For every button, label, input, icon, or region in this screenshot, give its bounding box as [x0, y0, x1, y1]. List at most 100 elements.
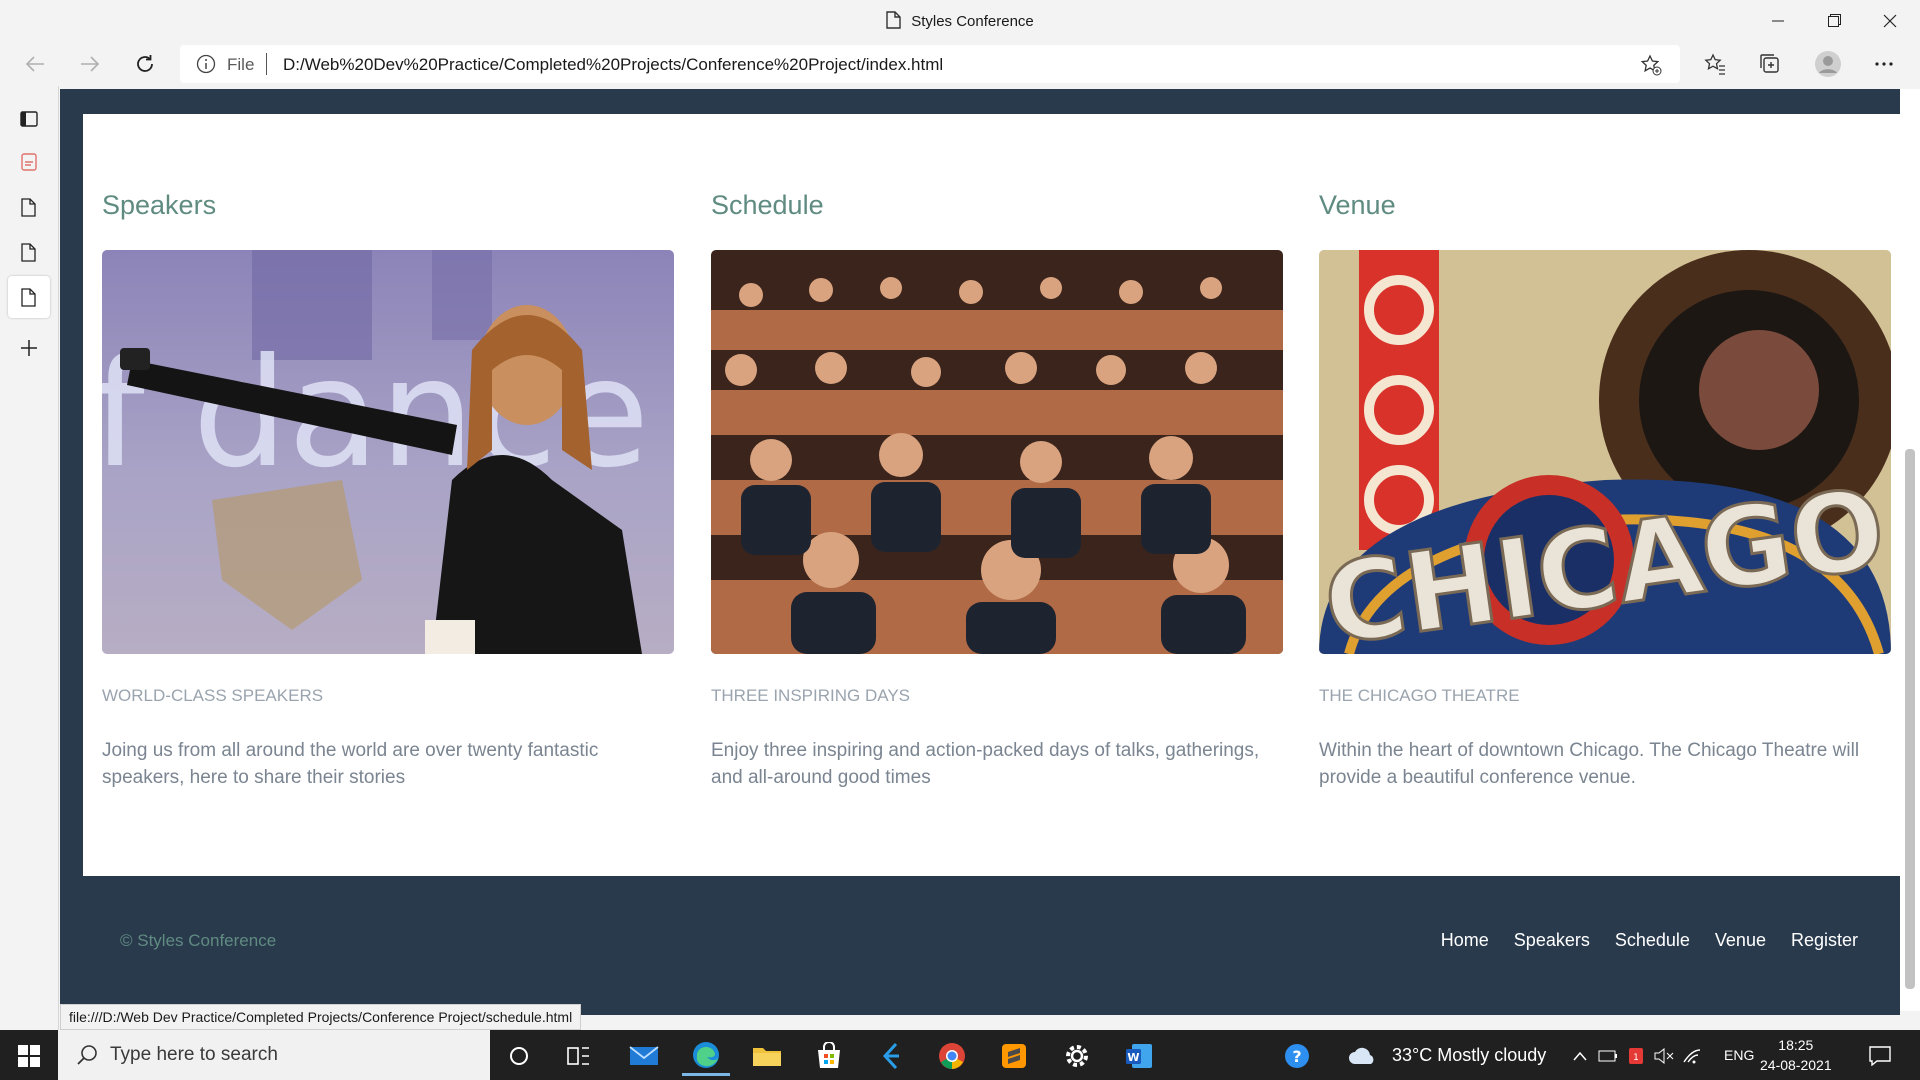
footer-link-schedule[interactable]: Schedule: [1615, 930, 1690, 951]
back-button[interactable]: [17, 46, 53, 82]
windows-taskbar: Type here to search W ? 33°C Mostly clou…: [0, 1030, 1920, 1080]
windows-logo-icon: [18, 1045, 40, 1067]
mail-icon: [629, 1046, 659, 1065]
venue-description: Within the heart of downtown Chicago. Th…: [1319, 740, 1860, 788]
settings-app-button[interactable]: [1053, 1036, 1101, 1076]
help-button[interactable]: ?: [1273, 1036, 1321, 1076]
action-center-icon: [1869, 1046, 1891, 1066]
edge-icon: [693, 1041, 719, 1068]
scheme-label: File: [227, 55, 255, 74]
store-icon: [818, 1042, 840, 1068]
edge-app-button[interactable]: [682, 1036, 730, 1076]
sublime-icon: [1002, 1044, 1026, 1068]
weather-cloud-icon[interactable]: [1342, 1036, 1382, 1076]
notification-badge-icon[interactable]: 1: [1622, 1036, 1650, 1076]
address-bar[interactable]: File D:/Web%20Dev%20Practice/Completed%2…: [180, 45, 1680, 83]
profile-button[interactable]: [1810, 46, 1846, 82]
arrow-right-icon: [81, 56, 100, 72]
taskbar-clock[interactable]: 18:25 24-08-2021: [1760, 1035, 1832, 1075]
footer-link-register[interactable]: Register: [1791, 930, 1858, 951]
chevron-up-icon[interactable]: [1566, 1036, 1594, 1076]
tab-page-2[interactable]: [8, 231, 50, 273]
tab-page-1[interactable]: [8, 186, 50, 228]
vscode-app-button[interactable]: [867, 1036, 915, 1076]
footer-link-speakers[interactable]: Speakers: [1514, 930, 1590, 951]
url-text[interactable]: D:/Web%20Dev%20Practice/Completed%20Proj…: [283, 55, 943, 75]
tab-actions-icon: [20, 111, 38, 127]
speakers-description: Joing us from all around the world are o…: [102, 740, 599, 788]
footer-link-venue[interactable]: Venue: [1715, 930, 1766, 951]
start-button[interactable]: [5, 1036, 53, 1076]
tab-page-active[interactable]: [8, 276, 50, 318]
cortana-icon: [510, 1047, 528, 1065]
refresh-icon: [137, 55, 153, 72]
task-view-icon: [567, 1047, 589, 1065]
venue-photo[interactable]: CHICAGO: [1319, 250, 1891, 654]
chrome-icon: [939, 1043, 965, 1069]
page-icon: [21, 197, 36, 217]
gear-icon: [1066, 1045, 1088, 1067]
vscode-icon: [882, 1042, 899, 1070]
volume-muted-icon[interactable]: [1650, 1036, 1678, 1076]
browser-toolbar: File D:/Web%20Dev%20Practice/Completed%2…: [0, 41, 1920, 86]
clock-date: 24-08-2021: [1760, 1057, 1832, 1073]
tab-pdf[interactable]: [8, 141, 50, 183]
notifications-button[interactable]: [1856, 1036, 1904, 1076]
footer-nav: Home Speakers Schedule Venue Register: [1441, 930, 1858, 951]
cortana-button[interactable]: [495, 1036, 543, 1076]
svg-text:1: 1: [1633, 1053, 1639, 1063]
collections-button[interactable]: [1752, 46, 1788, 82]
vertical-scroll-thumb[interactable]: [1905, 449, 1915, 989]
page-viewport: Speakers f dance WORLD-CLASS SPEAKERS Jo…: [60, 89, 1900, 1015]
wifi-icon[interactable]: [1678, 1036, 1706, 1076]
arrow-left-icon: [25, 56, 44, 72]
favorites-button[interactable]: [1697, 46, 1733, 82]
language-indicator[interactable]: ENG: [1724, 1047, 1754, 1063]
favorites-icon: [1704, 53, 1725, 75]
venue-heading[interactable]: Venue: [1319, 190, 1396, 221]
file-explorer-button[interactable]: [743, 1036, 791, 1076]
info-icon[interactable]: [196, 54, 216, 79]
settings-more-button[interactable]: [1866, 46, 1902, 82]
search-placeholder: Type here to search: [110, 1044, 278, 1065]
chrome-app-button[interactable]: [928, 1036, 976, 1076]
avatar-icon: [1815, 51, 1841, 77]
taskbar-search[interactable]: Type here to search: [58, 1030, 490, 1080]
new-tab-button[interactable]: [8, 327, 50, 369]
refresh-button[interactable]: [127, 46, 163, 82]
word-app-button[interactable]: W: [1115, 1036, 1163, 1076]
folder-icon: [753, 1048, 781, 1066]
page-icon: [21, 242, 36, 262]
schedule-description: Enjoy three inspiring and action-packed …: [711, 740, 1260, 788]
more-icon: [1875, 62, 1893, 66]
sublime-app-button[interactable]: [990, 1036, 1038, 1076]
footer-link-home[interactable]: Home: [1441, 930, 1489, 951]
speakers-heading[interactable]: Speakers: [102, 190, 216, 221]
close-button[interactable]: [1862, 0, 1918, 41]
schedule-subheading: THREE INSPIRING DAYS: [711, 686, 910, 705]
store-app-button[interactable]: [805, 1036, 853, 1076]
schedule-heading[interactable]: Schedule: [711, 190, 824, 221]
tab-actions-button[interactable]: [8, 98, 50, 140]
vertical-tab-strip: [0, 86, 59, 1030]
speakers-photo[interactable]: f dance: [102, 250, 674, 654]
status-bar-url: file:///D:/Web Dev Practice/Completed Pr…: [60, 1004, 582, 1030]
window-title: Styles Conference: [911, 13, 1034, 30]
mail-app-button[interactable]: [620, 1036, 668, 1076]
task-view-button[interactable]: [555, 1036, 603, 1076]
restore-button[interactable]: [1806, 0, 1862, 41]
weather-text[interactable]: 33°C Mostly cloudy: [1392, 1045, 1546, 1066]
minimize-button[interactable]: [1750, 0, 1806, 41]
help-icon: ?: [1285, 1044, 1309, 1068]
speakers-subheading: WORLD-CLASS SPEAKERS: [102, 686, 324, 705]
battery-icon[interactable]: [1594, 1036, 1622, 1076]
add-favorite-icon[interactable]: [1640, 54, 1662, 81]
forward-button[interactable]: [72, 46, 108, 82]
clock-time: 18:25: [1778, 1037, 1814, 1053]
collections-icon: [1760, 54, 1779, 73]
schedule-photo[interactable]: [711, 250, 1283, 654]
address-divider: [266, 53, 267, 75]
search-icon: [77, 1045, 97, 1065]
venue-subheading: THE CHICAGO THEATRE: [1319, 686, 1520, 705]
vertical-scrollbar[interactable]: [1900, 89, 1920, 1011]
